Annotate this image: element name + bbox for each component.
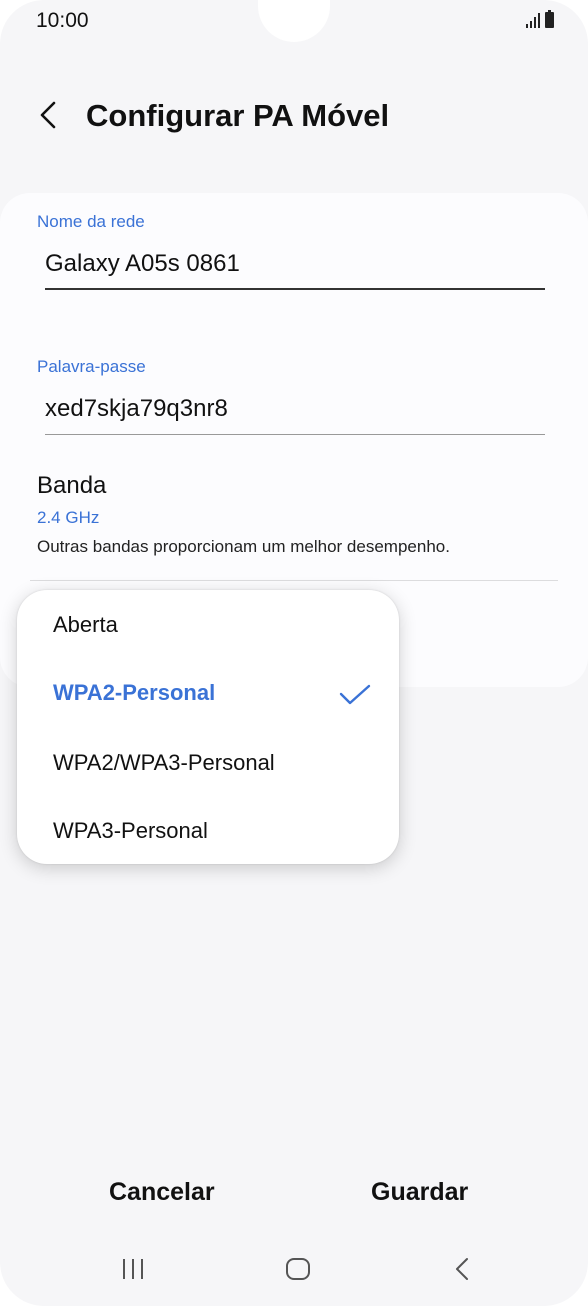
security-dropdown-menu: Aberta WPA2-Personal WPA2/WPA3-Personal … <box>17 590 399 864</box>
band-title[interactable]: Banda <box>37 472 106 500</box>
divider <box>30 580 558 581</box>
network-name-label: Nome da rede <box>37 212 145 231</box>
security-option-open[interactable]: Aberta <box>53 612 118 638</box>
signal-icon <box>526 12 540 28</box>
security-option-wpa2[interactable]: WPA2-Personal <box>53 680 215 706</box>
band-value: 2.4 GHz <box>37 508 100 527</box>
security-option-wpa2-wpa3[interactable]: WPA2/WPA3-Personal <box>53 750 275 776</box>
status-icons <box>526 10 554 28</box>
recent-apps-icon[interactable] <box>120 1252 146 1286</box>
camera-notch <box>258 0 330 42</box>
save-button[interactable]: Guardar <box>371 1178 468 1207</box>
password-underline <box>45 434 545 435</box>
checkmark-icon <box>339 684 371 705</box>
home-icon[interactable] <box>284 1252 312 1286</box>
back-arrow-icon[interactable] <box>34 98 64 132</box>
security-option-wpa3[interactable]: WPA3-Personal <box>53 818 208 844</box>
page-title: Configurar PA Móvel <box>86 98 390 133</box>
network-name-input[interactable]: Galaxy A05s 0861 <box>45 250 240 278</box>
screen: 10:00 Configurar PA Móvel Nome da rede G… <box>0 0 588 1306</box>
password-label: Palavra-passe <box>37 357 146 376</box>
battery-icon <box>545 10 554 28</box>
band-description: Outras bandas proporcionam um melhor des… <box>37 537 450 556</box>
back-nav-icon[interactable] <box>452 1252 472 1286</box>
status-time: 10:00 <box>36 9 89 32</box>
password-input[interactable]: xed7skja79q3nr8 <box>45 395 228 423</box>
network-name-underline <box>45 288 545 290</box>
cancel-button[interactable]: Cancelar <box>109 1178 215 1207</box>
